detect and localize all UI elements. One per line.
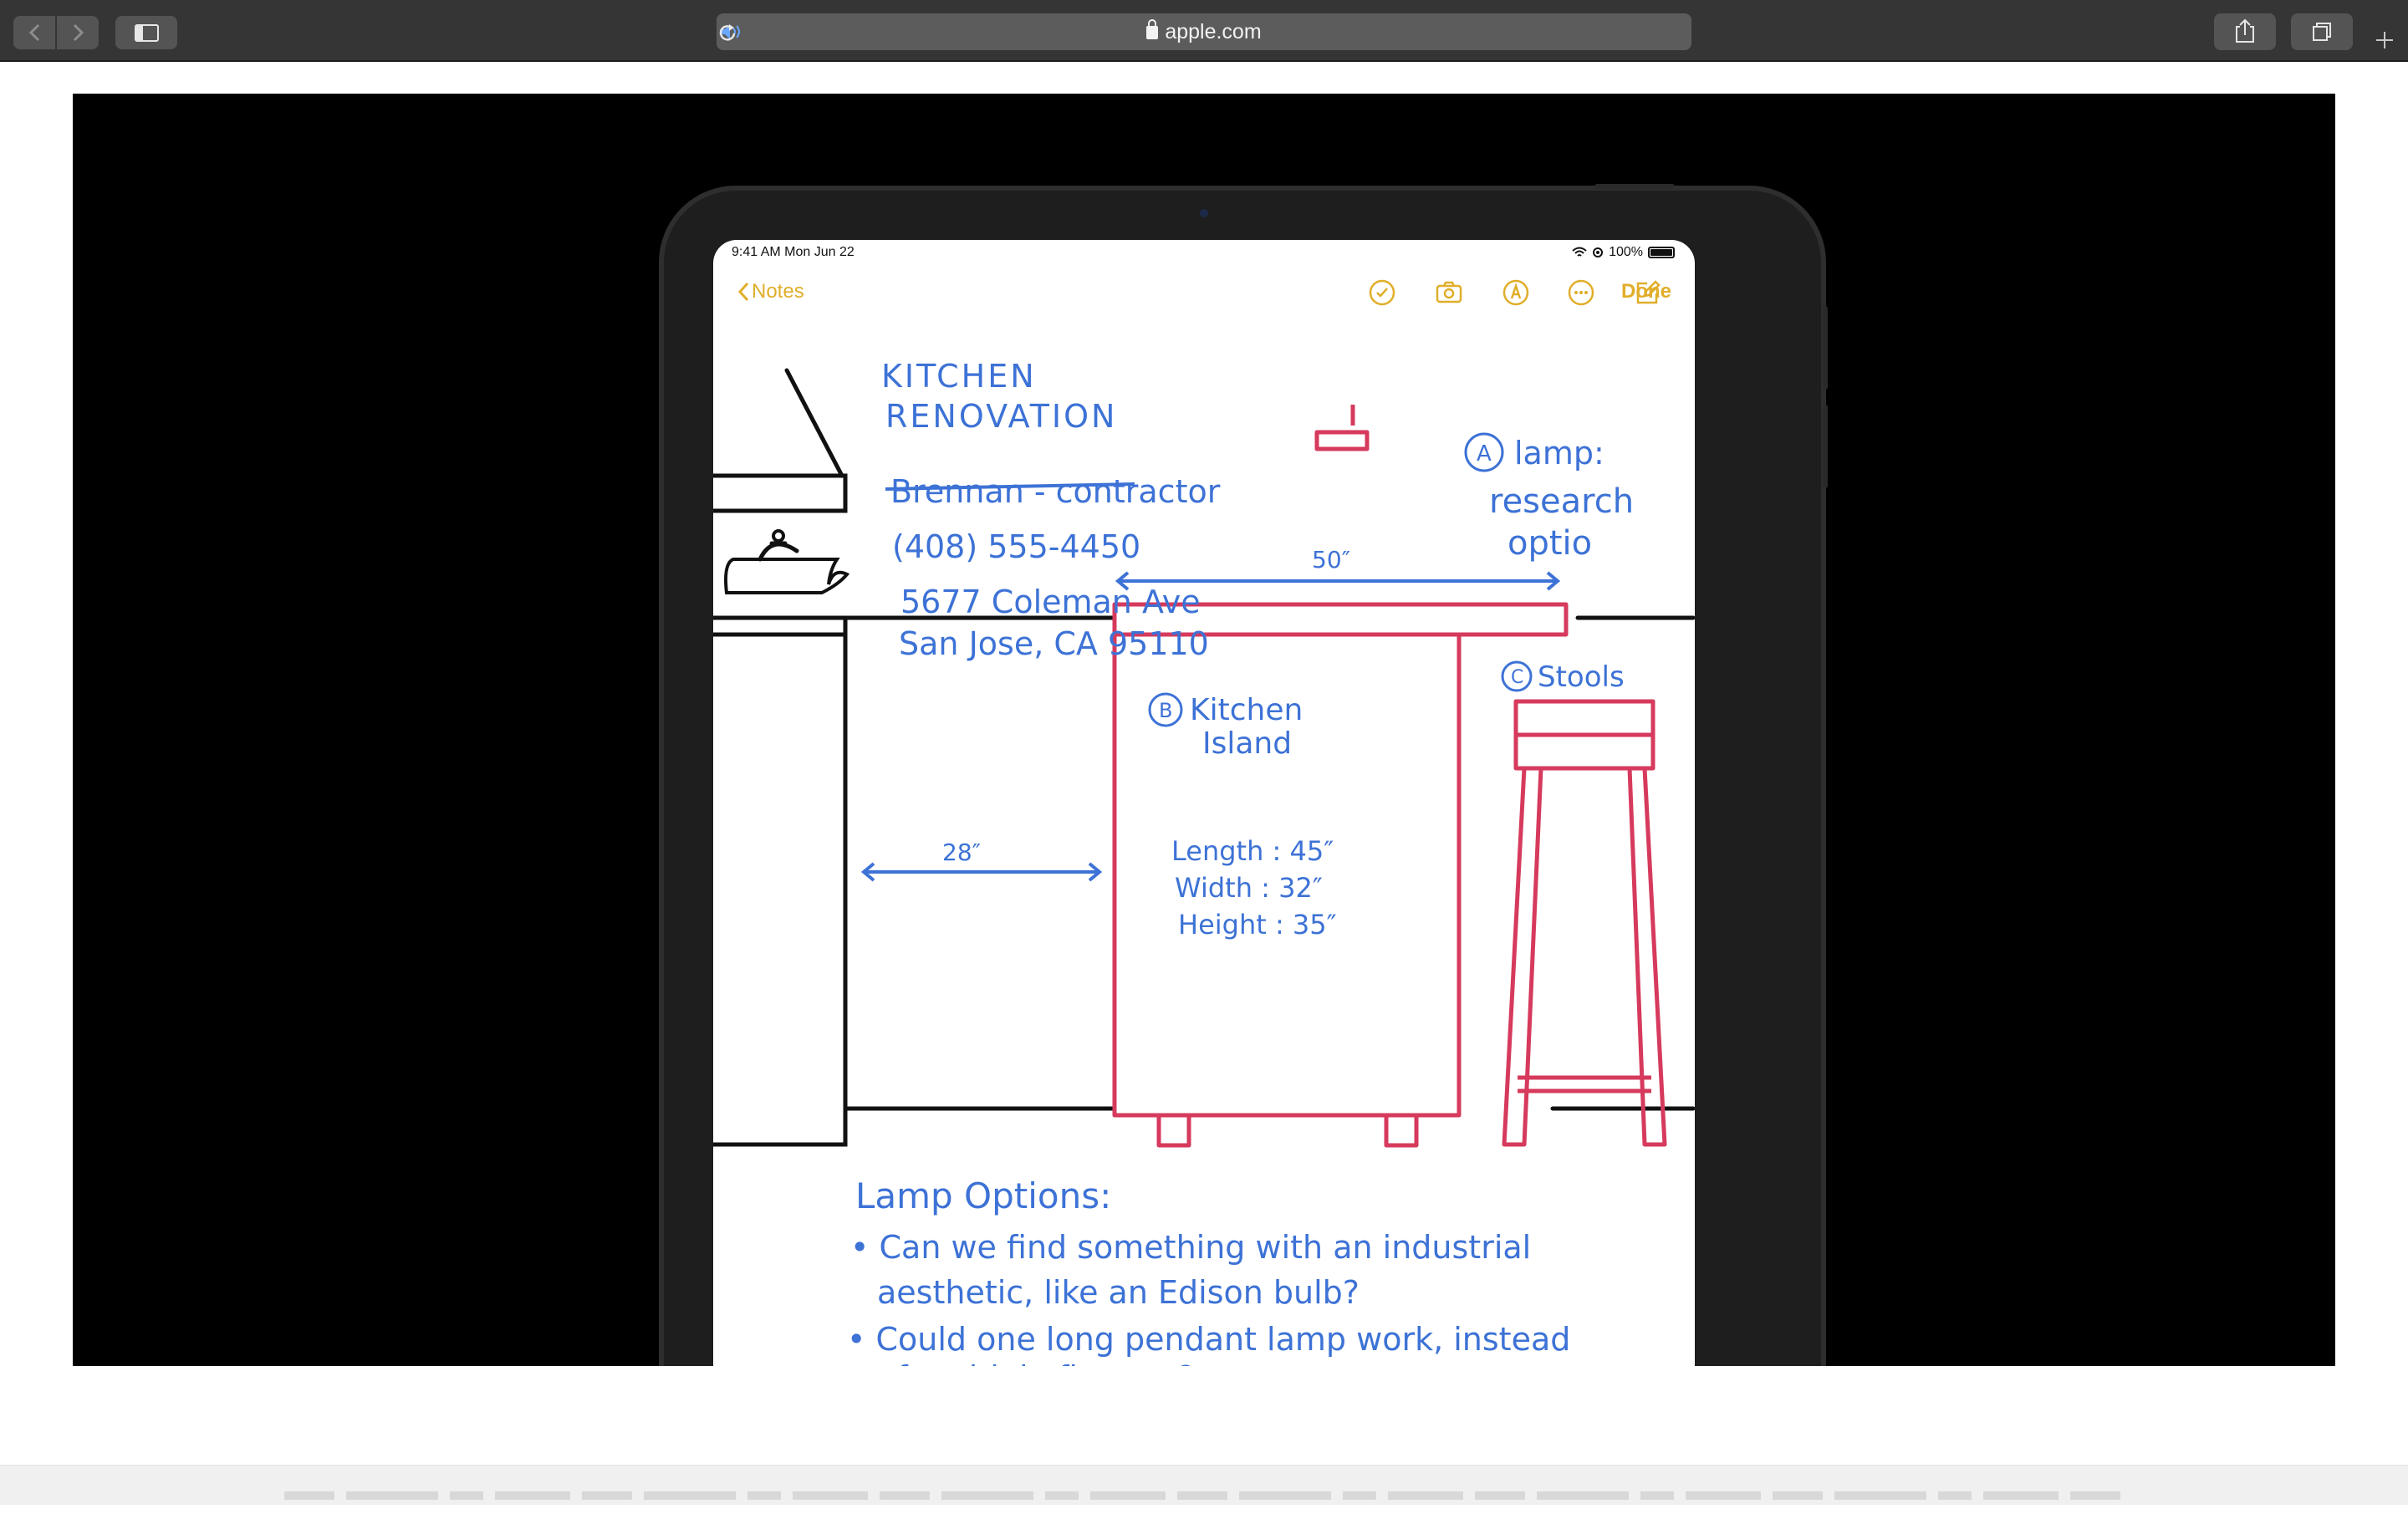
chevron-left-icon — [28, 23, 40, 42]
ipad-top-button — [1594, 184, 1675, 189]
video-player[interactable]: 9:41 AM Mon Jun 22 100% Notes Done KITCH… — [73, 94, 2335, 1366]
url-display: apple.com — [717, 13, 1691, 50]
status-time: 9:41 AM Mon Jun 22 — [732, 245, 855, 259]
island-width: Width : 32″ — [1175, 872, 1323, 904]
note-title-line2: RENOVATION — [885, 398, 1117, 435]
cut-off-footer-text — [284, 1491, 2124, 1500]
markup-icon[interactable] — [1502, 278, 1530, 307]
lamp-research-line1: research — [1489, 482, 1634, 521]
notes-back-button[interactable]: Notes — [735, 275, 804, 308]
island-length: Length : 45″ — [1171, 835, 1334, 867]
location-icon — [1593, 247, 1604, 257]
checklist-icon[interactable] — [1368, 278, 1396, 307]
island-height: Height : 35″ — [1178, 909, 1337, 941]
bullet1-line1: • Can we find something with an industri… — [850, 1229, 1531, 1266]
lamp-label: lamp: — [1514, 435, 1604, 472]
lamp-research-line2: optio — [1508, 524, 1592, 563]
stools-marker: C — [1511, 667, 1523, 688]
bullet2-line2: of multiple fixtures? — [877, 1359, 1195, 1366]
note-drawing-canvas[interactable]: KITCHEN RENOVATION Brennan - contractor … — [713, 308, 1695, 1366]
island-label-line1: Kitchen — [1190, 693, 1303, 727]
url-text: apple.com — [1165, 20, 1262, 43]
phone-text: (408) 555-4450 — [892, 528, 1140, 565]
lamp-options-title: Lamp Options: — [855, 1175, 1111, 1216]
share-icon — [2236, 18, 2254, 43]
plus-icon[interactable] — [2368, 22, 2401, 55]
notes-toolbar: Notes Done — [713, 275, 1695, 308]
dim-gap-label: 28″ — [942, 839, 981, 866]
reload-icon[interactable] — [717, 22, 738, 43]
bullet1-line2: aesthetic, like an Edison bulb? — [877, 1274, 1360, 1311]
camera-icon[interactable] — [1435, 278, 1463, 307]
browser-toolbar: apple.com — [0, 0, 2408, 62]
forward-button[interactable] — [57, 16, 99, 49]
sidebar-button[interactable] — [115, 16, 177, 49]
status-indicators: 100% — [1572, 245, 1675, 260]
back-button[interactable] — [13, 16, 55, 49]
wifi-icon — [1572, 247, 1587, 257]
tabs-icon — [2313, 23, 2331, 41]
bullet2-line1: • Could one long pendant lamp work, inst… — [847, 1321, 1570, 1358]
note-title-line1: KITCHEN — [881, 358, 1037, 395]
handwritten-text: KITCHEN RENOVATION Brennan - contractor … — [847, 358, 1634, 1366]
contractor-text: Brennan - contractor — [890, 473, 1221, 510]
ipad-volume-button — [1823, 405, 1828, 488]
ipad-screen: 9:41 AM Mon Jun 22 100% Notes Done KITCH… — [713, 240, 1695, 1366]
lamp-marker: A — [1477, 441, 1492, 466]
battery-icon — [1648, 247, 1675, 258]
dim-width-label: 50″ — [1312, 546, 1350, 573]
share-button[interactable] — [2214, 13, 2276, 50]
more-icon[interactable] — [1567, 278, 1595, 307]
page-footer — [0, 1465, 2408, 1505]
address-line1: 5677 Coleman Ave — [900, 584, 1201, 620]
sidebar-icon — [135, 24, 159, 42]
island-marker: B — [1159, 699, 1172, 722]
lock-icon — [1146, 19, 1159, 39]
island-label-line2: Island — [1202, 726, 1292, 761]
footer-text-cutoff — [0, 1489, 2408, 1514]
address-line2: San Jose, CA 95110 — [899, 625, 1209, 662]
chevron-left-icon — [737, 282, 749, 302]
chevron-right-icon — [73, 23, 84, 42]
ipad-volume-button — [1823, 306, 1828, 390]
tabs-button[interactable] — [2291, 13, 2353, 50]
stools-label: Stools — [1538, 660, 1625, 694]
ipad-camera — [1200, 209, 1208, 217]
notes-back-label: Notes — [752, 280, 804, 303]
battery-percent: 100% — [1609, 245, 1643, 259]
address-bar[interactable]: apple.com — [717, 13, 1691, 50]
done-button[interactable]: Done — [1621, 280, 1671, 303]
ipad-status-bar: 9:41 AM Mon Jun 22 100% — [713, 240, 1695, 265]
